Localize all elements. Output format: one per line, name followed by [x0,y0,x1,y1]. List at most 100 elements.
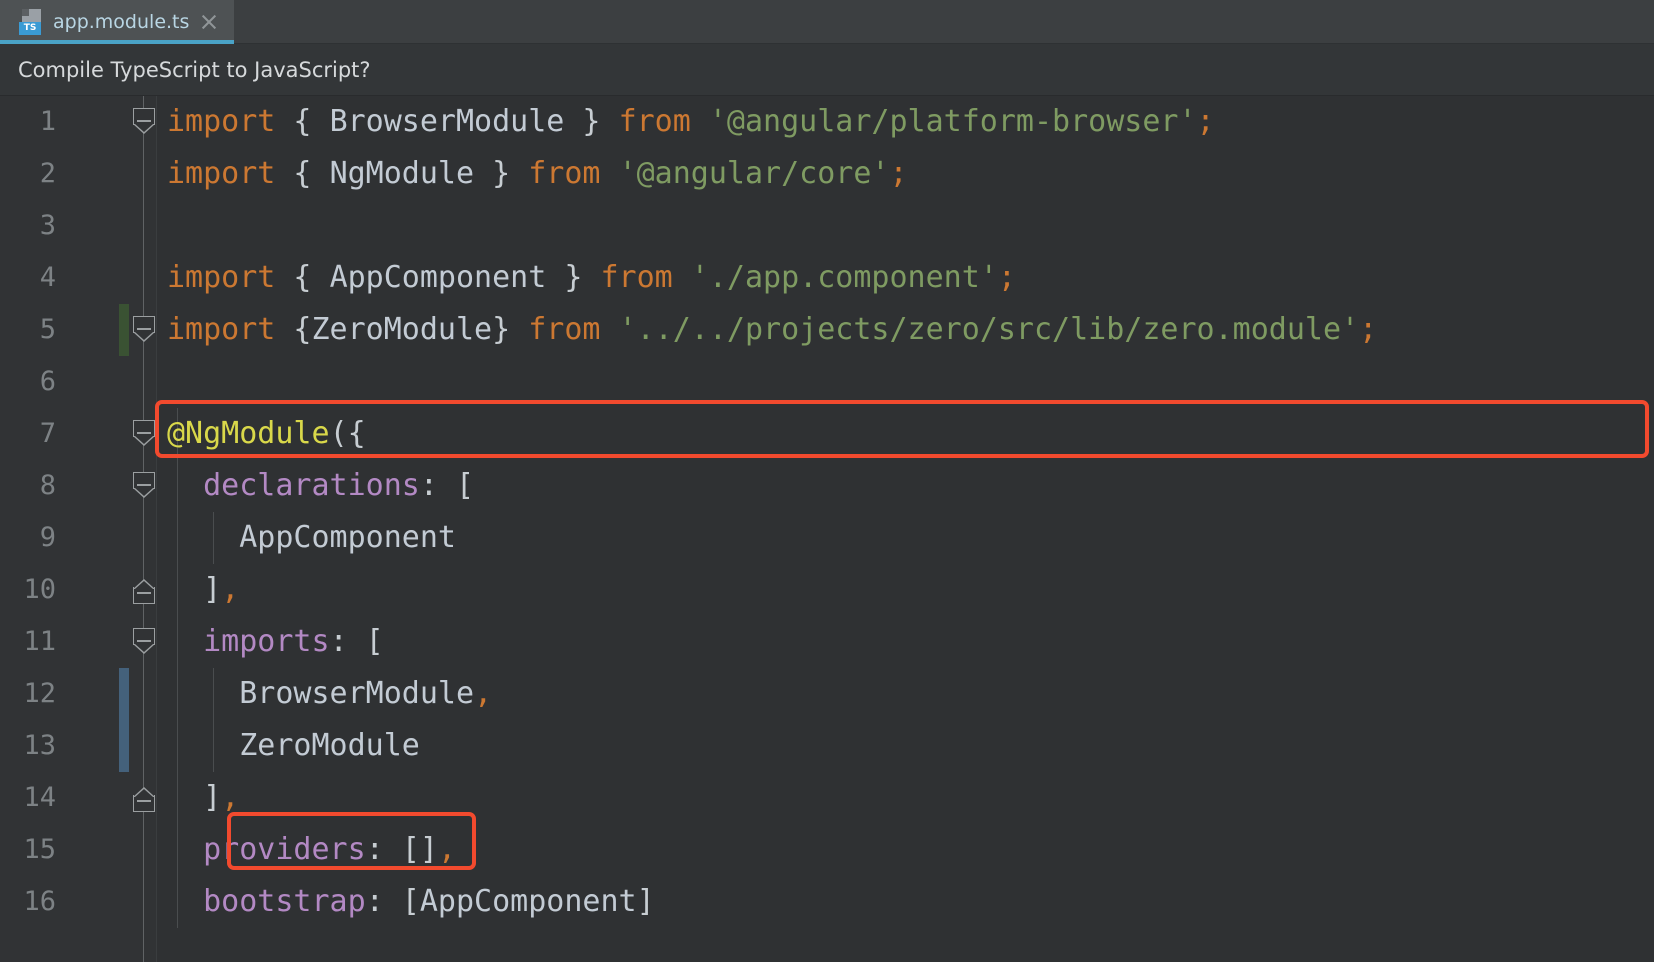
code-line-7[interactable]: @NgModule({ [157,408,1654,460]
code-token-ident: AppComponent [329,260,547,295]
vcs-marker-changed[interactable] [119,668,129,772]
fold-end-icon-line-14[interactable] [133,786,155,812]
typescript-icon-badge: TS [19,22,41,35]
line-number-4: 4 [39,262,56,293]
code-line-2[interactable]: import { NgModule } from '@angular/core'… [157,148,1654,200]
fold-start-icon-line-11[interactable] [133,628,155,654]
fold-end-icon-line-10[interactable] [133,578,155,604]
fold-region-line [143,96,144,962]
compile-typescript-notification-bar[interactable]: Compile TypeScript to JavaScript? [0,44,1654,96]
code-line-14[interactable]: ], [157,772,1654,824]
code-token-punct [167,676,239,711]
editor-gutter[interactable]: 1 2 3 4 5 6 7 8 9 10 11 12 13 14 15 16 [0,96,157,962]
code-line-12[interactable]: BrowserModule, [157,668,1654,720]
code-token-punct: { [275,312,312,347]
fold-start-icon-line-8[interactable] [133,472,155,498]
code-line-3[interactable] [157,200,1654,252]
code-token-prop: bootstrap [203,884,366,919]
code-token-punct [691,104,709,139]
code-line-11[interactable]: imports: [ [157,616,1654,668]
code-token-str: '@angular/core' [618,156,890,191]
code-token-str: '../../projects/zero/src/lib/zero.module… [618,312,1360,347]
code-token-ident: BrowserModule [239,676,475,711]
code-token-kw: import [167,260,276,295]
code-editor[interactable]: 1 2 3 4 5 6 7 8 9 10 11 12 13 14 15 16 import { Browser… [0,96,1654,962]
code-line-1[interactable]: import { BrowserModule } from '@angular/… [157,96,1654,148]
code-token-punct: { [275,156,330,191]
code-token-ident: AppComponent [239,520,456,555]
code-token-punct [167,780,203,815]
code-token-op: ; [889,156,908,191]
code-token-punct: : [] [365,832,438,867]
editor-tab-label: app.module.ts [53,11,190,33]
code-token-punct: : [ [329,624,384,659]
fold-start-icon-line-1[interactable] [133,108,155,134]
line-number-5: 5 [39,314,56,345]
code-token-prop: declarations [203,468,420,503]
code-token-punct: ] [203,572,222,607]
line-number-10: 10 [23,574,56,605]
line-number-15: 15 [23,834,56,865]
code-token-kw: from [600,260,673,295]
code-token-op: , [221,780,240,815]
code-token-anno: @NgModule [167,416,330,451]
line-number-12: 12 [23,678,56,709]
code-line-9[interactable]: AppComponent [157,512,1654,564]
active-tab-underline [0,40,235,44]
ide-window: TS app.module.ts Compile TypeScript to J… [0,0,1654,962]
code-token-punct [673,260,691,295]
line-number-7: 7 [39,418,56,449]
code-token-punct [167,728,239,763]
line-number-9: 9 [39,522,56,553]
line-number-6: 6 [39,366,56,397]
code-content-area[interactable]: import { BrowserModule } from '@angular/… [157,96,1654,962]
code-token-op: , [221,572,240,607]
code-token-kw: import [167,312,276,347]
code-token-punct: { [275,260,330,295]
code-token-kw: import [167,104,276,139]
code-token-punct [601,156,619,191]
code-token-str: './app.component' [690,260,998,295]
editor-tab-bar: TS app.module.ts [0,0,1654,44]
code-token-op: , [474,676,493,711]
code-token-punct: : [ [365,884,420,919]
fold-start-icon-line-5[interactable] [133,316,155,342]
line-number-14: 14 [23,782,56,813]
code-line-16[interactable]: bootstrap: [AppComponent] [157,876,1654,928]
code-token-ident: BrowserModule [329,104,565,139]
code-token-punct: ] [636,884,655,919]
code-line-15[interactable]: providers: [], [157,824,1654,876]
code-token-punct: } [564,104,619,139]
line-number-8: 8 [39,470,56,501]
code-token-punct: ({ [329,416,366,451]
code-token-kw: from [618,104,691,139]
code-line-8[interactable]: declarations: [ [157,460,1654,512]
editor-tab-app-module-ts[interactable]: TS app.module.ts [0,0,235,44]
notification-message: Compile TypeScript to JavaScript? [18,57,371,82]
typescript-file-icon: TS [18,8,44,36]
code-token-prop: imports [203,624,330,659]
vcs-marker-added[interactable] [119,304,129,356]
code-token-ident: ZeroModule [239,728,420,763]
code-line-6[interactable] [157,356,1654,408]
code-token-kw: from [528,312,601,347]
code-token-ident: NgModule [329,156,475,191]
code-line-4[interactable]: import { AppComponent } from './app.comp… [157,252,1654,304]
line-number-16: 16 [23,886,56,917]
code-token-str: '@angular/platform-browser' [708,104,1197,139]
close-icon[interactable] [198,11,220,33]
code-token-punct [167,572,203,607]
code-line-10[interactable]: ], [157,564,1654,616]
code-token-punct: { [275,104,330,139]
line-number-13: 13 [23,730,56,761]
code-token-punct: : [ [419,468,475,503]
line-number-2: 2 [39,158,56,189]
code-token-ident: AppComponent [419,884,637,919]
fold-start-icon-line-7[interactable] [133,420,155,446]
code-line-5[interactable]: import {ZeroModule} from '../../projects… [157,304,1654,356]
code-token-punct [167,468,203,503]
code-token-punct: } [546,260,601,295]
code-token-punct: } [474,156,529,191]
code-line-13[interactable]: ZeroModule [157,720,1654,772]
code-token-op: ; [997,260,1016,295]
